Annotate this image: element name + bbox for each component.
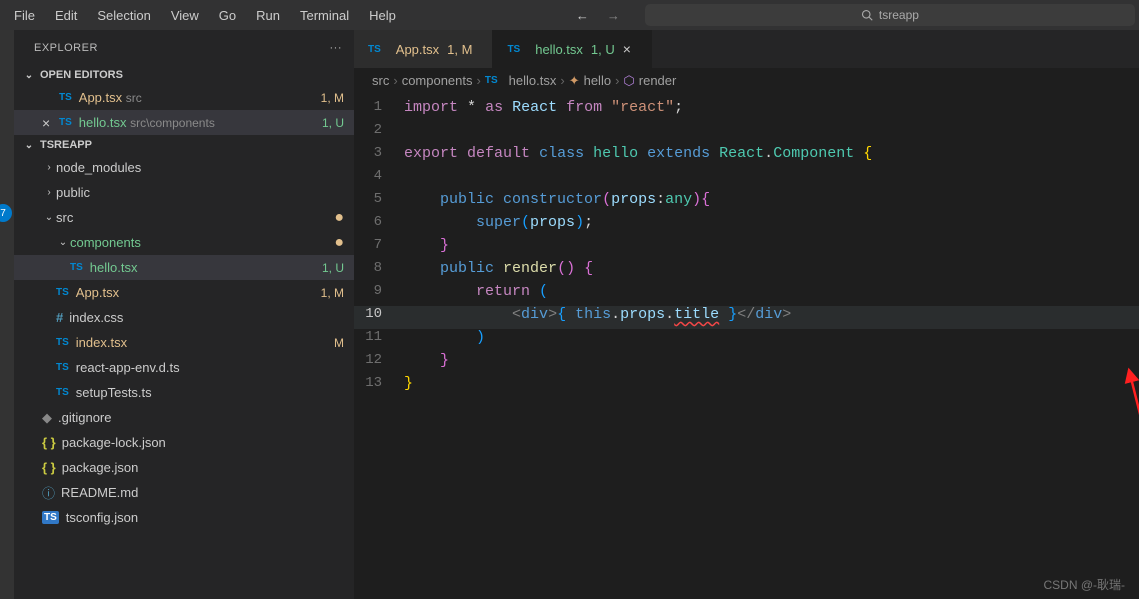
file-tree-item[interactable]: { }package-lock.json — [14, 430, 354, 455]
file-tree-item[interactable]: ›public — [14, 180, 354, 205]
explorer-header: EXPLORER ··· — [14, 30, 354, 65]
activity-bar: 7 — [0, 30, 14, 599]
editor-area: TSApp.tsx 1, MTShello.tsx 1, U× src › co… — [354, 30, 1139, 599]
menu-help[interactable]: Help — [359, 4, 406, 27]
file-tree-item[interactable]: TStsconfig.json — [14, 505, 354, 530]
open-editor-item[interactable]: ×TShello.tsx src\components1, U — [14, 110, 354, 135]
code-line[interactable]: 10 <div>{ this.props.title }</div> — [354, 306, 1139, 329]
menu-items: File Edit Selection View Go Run Terminal… — [4, 4, 406, 27]
file-tree-item[interactable]: TSindex.tsxM — [14, 330, 354, 355]
code-line[interactable]: 5 public constructor(props:any){ — [354, 191, 1139, 214]
menu-view[interactable]: View — [161, 4, 209, 27]
search-icon — [861, 9, 873, 21]
method-icon: ⬡ — [623, 73, 634, 89]
open-editors-section[interactable]: ⌄ OPEN EDITORS — [14, 65, 354, 85]
file-tree-item[interactable]: TSApp.tsx1, M — [14, 280, 354, 305]
editor-tab[interactable]: TSApp.tsx 1, M — [354, 30, 493, 68]
breadcrumb-class[interactable]: hello — [584, 73, 611, 88]
nav-arrows: ← → — [576, 8, 620, 23]
watermark: CSDN @-耿瑞- — [1043, 576, 1125, 593]
ts-icon: TS — [485, 75, 498, 86]
menu-edit[interactable]: Edit — [45, 4, 87, 27]
code-line[interactable]: 2 — [354, 122, 1139, 145]
search-placeholder: tsreapp — [879, 8, 919, 22]
file-tree-item[interactable]: TShello.tsx1, U — [14, 255, 354, 280]
chevron-down-icon: ⌄ — [22, 70, 36, 81]
code-line[interactable]: 3export default class hello extends Reac… — [354, 145, 1139, 168]
file-tree-item[interactable]: #index.css — [14, 305, 354, 330]
menu-selection[interactable]: Selection — [87, 4, 160, 27]
file-tree-item[interactable]: { }package.json — [14, 455, 354, 480]
code-line[interactable]: 7 } — [354, 237, 1139, 260]
open-editor-item[interactable]: TSApp.tsx src1, M — [14, 85, 354, 110]
sidebar: EXPLORER ··· ⌄ OPEN EDITORS TSApp.tsx sr… — [14, 30, 354, 599]
menu-file[interactable]: File — [4, 4, 45, 27]
breadcrumb-file[interactable]: hello.tsx — [509, 73, 557, 88]
code-line[interactable]: 13} — [354, 375, 1139, 398]
editor-tabs: TSApp.tsx 1, MTShello.tsx 1, U× — [354, 30, 1139, 68]
editor-tab[interactable]: TShello.tsx 1, U× — [493, 30, 652, 68]
code-line[interactable]: 1import * as React from "react"; — [354, 99, 1139, 122]
command-search[interactable]: tsreapp — [645, 4, 1135, 26]
menubar: File Edit Selection View Go Run Terminal… — [0, 0, 1139, 30]
menu-terminal[interactable]: Terminal — [290, 4, 359, 27]
code-line[interactable]: 4 — [354, 168, 1139, 191]
code-line[interactable]: 9 return ( — [354, 283, 1139, 306]
file-tree-item[interactable]: TSsetupTests.ts — [14, 380, 354, 405]
code-line[interactable]: 11 ) — [354, 329, 1139, 352]
menu-go[interactable]: Go — [209, 4, 246, 27]
project-section[interactable]: ⌄ TSREAPP — [14, 135, 354, 155]
scm-badge[interactable]: 7 — [0, 204, 12, 222]
file-tree-item[interactable]: TSreact-app-env.d.ts — [14, 355, 354, 380]
code-editor[interactable]: 1import * as React from "react";23export… — [354, 93, 1139, 398]
class-icon: ✦ — [569, 73, 580, 89]
file-tree-item[interactable]: ›node_modules — [14, 155, 354, 180]
explorer-title: EXPLORER — [34, 42, 98, 54]
code-line[interactable]: 12 } — [354, 352, 1139, 375]
code-line[interactable]: 8 public render() { — [354, 260, 1139, 283]
code-line[interactable]: 6 super(props); — [354, 214, 1139, 237]
file-tree-item[interactable]: ⌄components● — [14, 230, 354, 255]
breadcrumb-components[interactable]: components — [402, 73, 473, 88]
nav-forward-icon[interactable]: → — [607, 8, 620, 23]
menu-run[interactable]: Run — [246, 4, 290, 27]
more-icon[interactable]: ··· — [330, 42, 343, 54]
file-tree-item[interactable]: ◆.gitignore — [14, 405, 354, 430]
chevron-down-icon: ⌄ — [22, 140, 36, 151]
nav-back-icon[interactable]: ← — [576, 8, 589, 23]
breadcrumb-src[interactable]: src — [372, 73, 389, 88]
breadcrumbs[interactable]: src › components › TS hello.tsx › ✦ hell… — [354, 68, 1139, 93]
file-tree-item[interactable]: ⓘREADME.md — [14, 480, 354, 505]
breadcrumb-method[interactable]: render — [639, 73, 677, 88]
file-tree-item[interactable]: ⌄src● — [14, 205, 354, 230]
